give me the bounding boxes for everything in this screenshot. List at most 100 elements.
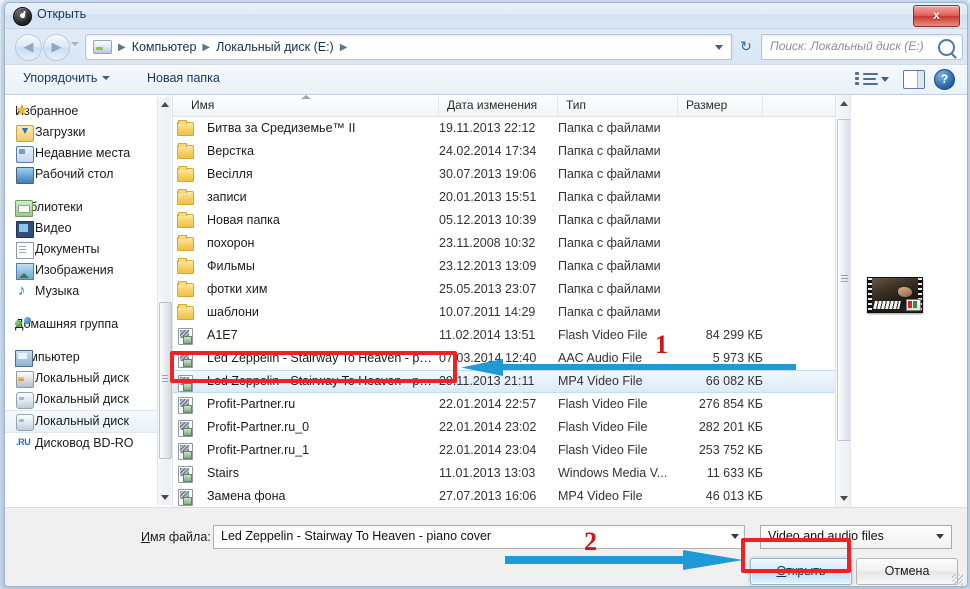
sidebar-item-pictures[interactable]: Изображения xyxy=(5,260,172,281)
cell-type: Папка с файлами xyxy=(558,163,678,186)
view-icon-lines xyxy=(863,73,878,88)
open-button-accel: О xyxy=(776,564,786,578)
cancel-button[interactable]: Отмена xyxy=(856,558,958,585)
cell-size: 5 973 КБ xyxy=(678,347,763,370)
media-player-icon xyxy=(13,7,32,26)
sidebar-item-downloads[interactable]: Загрузки xyxy=(5,122,172,143)
cell-type: Flash Video File xyxy=(558,393,678,416)
close-button[interactable]: x xyxy=(913,5,960,27)
dialog-footer: Имя файла: Led Zeppelin - Stairway To He… xyxy=(5,507,967,587)
cell-name: фотки хим xyxy=(183,278,433,301)
filename-input[interactable]: Led Zeppelin - Stairway To Heaven - pian… xyxy=(213,525,745,549)
scroll-down-icon[interactable] xyxy=(161,495,169,500)
breadcrumb-item-computer[interactable]: Компьютер xyxy=(130,40,199,54)
bd-rom-drive-icon: .RU xyxy=(16,436,32,451)
recent-locations-chevron-down-icon[interactable] xyxy=(71,42,79,46)
sidebar-item-recent-places[interactable]: Недавние места xyxy=(5,143,172,164)
video-thumbnail-piano xyxy=(867,277,923,313)
cell-size: 46 013 КБ xyxy=(678,485,763,507)
title-bar: Открыть x xyxy=(5,3,967,29)
sidebar-item-desktop[interactable]: Рабочий стол xyxy=(5,164,172,185)
open-button[interactable]: Открыть xyxy=(750,558,852,585)
dialog-body: Избранное Загрузки Недавние места Рабочи… xyxy=(5,95,967,507)
cell-type: Папка с файлами xyxy=(558,117,678,140)
cell-type: Flash Video File xyxy=(558,439,678,462)
column-header-name[interactable]: Имя xyxy=(183,95,439,116)
filename-value: Led Zeppelin - Stairway To Heaven - pian… xyxy=(221,529,491,543)
filetype-select[interactable]: Video and audio files xyxy=(760,525,952,549)
navigation-pane-scrollbar[interactable] xyxy=(157,97,171,505)
cell-type: Flash Video File xyxy=(558,324,678,347)
address-bar[interactable]: ▶ Компьютер ▶ Локальный диск (E:) ▶ xyxy=(85,34,732,60)
cell-type: Папка с файлами xyxy=(558,232,678,255)
scroll-up-icon[interactable] xyxy=(161,102,169,107)
film-sprockets-left xyxy=(868,278,872,312)
breadcrumb: ▶ Компьютер ▶ Локальный диск (E:) ▶ xyxy=(93,35,349,59)
cell-type: Папка с файлами xyxy=(558,278,678,301)
address-chevron-down-icon[interactable] xyxy=(708,35,730,57)
breadcrumb-item-local-disk-e[interactable]: Локальный диск (E:) xyxy=(214,40,336,54)
search-input[interactable]: Поиск: Локальный диск (E:) xyxy=(761,34,963,60)
forward-chevron-icon: ▶ xyxy=(44,35,69,60)
breadcrumb-separator-0: ▶ xyxy=(116,42,128,53)
cell-name: Profit-Partner.ru_0 xyxy=(183,416,433,439)
cell-name: похорон xyxy=(183,232,433,255)
sidebar-item-video[interactable]: Видео xyxy=(5,218,172,239)
sidebar-item-local-disk-d[interactable]: Локальный диск xyxy=(5,389,172,410)
sidebar-item-documents[interactable]: Документы xyxy=(5,239,172,260)
cell-type: Папка с файлами xyxy=(558,255,678,278)
pictures-library-icon xyxy=(16,263,34,280)
sidebar-item-bd-rom-drive[interactable]: .RU Дисковод BD-RO xyxy=(5,433,172,454)
hard-drive-icon xyxy=(16,392,34,409)
refresh-icon[interactable]: ↻ xyxy=(733,34,758,58)
open-button-rest: ткрыть xyxy=(786,564,825,578)
sidebar-spacer xyxy=(5,335,172,347)
cell-date: 23.11.2008 10:32 xyxy=(439,232,549,255)
cell-date: 22.01.2014 23:02 xyxy=(439,416,549,439)
help-icon[interactable]: ? xyxy=(934,69,955,90)
scroll-up-icon[interactable] xyxy=(840,101,848,106)
cell-date: 19.11.2013 22:12 xyxy=(439,117,549,140)
chevron-down-icon[interactable] xyxy=(731,534,739,539)
cell-date: 05.12.2013 10:39 xyxy=(439,209,549,232)
cell-date: 22.01.2014 23:04 xyxy=(439,439,549,462)
preview-pane-icon[interactable] xyxy=(903,70,925,89)
sidebar-group-favorites[interactable]: Избранное xyxy=(5,101,172,122)
column-header-type[interactable]: Тип xyxy=(558,95,678,116)
cell-name: Весілля xyxy=(183,163,433,186)
chevron-down-icon xyxy=(102,76,110,80)
window-title: Открыть xyxy=(37,7,86,21)
cell-name: Led Zeppelin - Stairway To Heaven - pian… xyxy=(183,371,433,392)
cell-type: Папка с файлами xyxy=(558,301,678,324)
forward-button[interactable]: ▶ xyxy=(43,34,70,61)
cell-type: Flash Video File xyxy=(558,416,678,439)
cell-type: Папка с файлами xyxy=(558,186,678,209)
sidebar-group-homegroup[interactable]: Домашняя группа xyxy=(5,314,172,335)
scroll-down-icon[interactable] xyxy=(840,496,848,501)
desktop-icon xyxy=(16,167,34,184)
chevron-down-icon xyxy=(936,534,944,539)
column-header-spare[interactable] xyxy=(763,95,843,116)
scrollbar-thumb[interactable] xyxy=(159,302,172,459)
sidebar-item-local-disk-e[interactable]: Локальный диск xyxy=(5,410,172,433)
filename-label: Имя файла: xyxy=(141,530,211,544)
organize-button[interactable]: Упорядочить xyxy=(23,71,110,85)
back-button[interactable]: ◀ xyxy=(15,34,42,61)
filename-label-rest: мя файла: xyxy=(150,530,211,544)
column-header-size[interactable]: Размер xyxy=(678,95,763,116)
sidebar-group-libraries[interactable]: Библиотеки xyxy=(5,197,172,218)
cell-date: 22.01.2014 22:57 xyxy=(439,393,549,416)
file-list-scrollbar[interactable] xyxy=(835,95,851,507)
new-folder-button[interactable]: Новая папка xyxy=(147,71,220,85)
resize-grip[interactable] xyxy=(952,574,963,585)
cell-name: Profit-Partner.ru xyxy=(183,393,433,416)
computer-icon xyxy=(15,350,33,367)
column-header-date[interactable]: Дата изменения xyxy=(439,95,558,116)
sidebar-group-computer[interactable]: Компьютер xyxy=(5,347,172,368)
music-library-icon xyxy=(16,284,32,299)
cell-type: MP4 Video File xyxy=(558,371,678,392)
sidebar-item-music[interactable]: Музыка xyxy=(5,281,172,302)
sidebar-item-local-disk-c[interactable]: Локальный диск xyxy=(5,368,172,389)
view-list-icon[interactable] xyxy=(855,71,889,88)
hard-drive-icon xyxy=(93,40,112,54)
